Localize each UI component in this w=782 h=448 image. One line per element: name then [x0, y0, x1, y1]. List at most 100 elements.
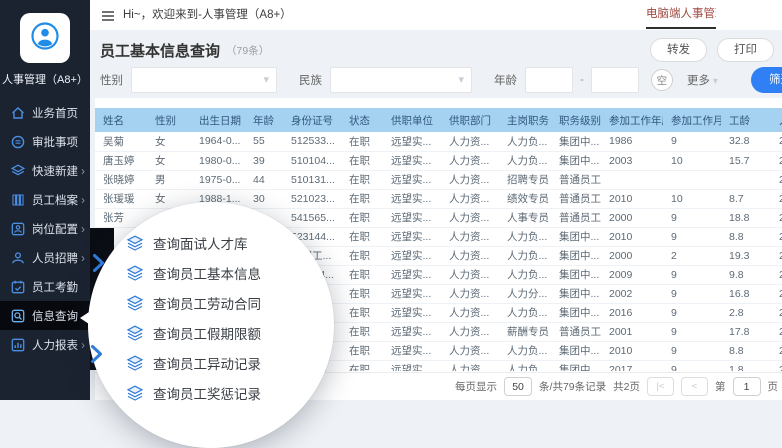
nation-select[interactable]: ▾ [330, 67, 472, 93]
table-cell: 招聘专员 [499, 170, 551, 189]
app-avatar-tile[interactable] [20, 13, 70, 63]
table-row[interactable]: 唐玉婷女1980-0...39510104...在职远望实...人力资...人力… [95, 151, 782, 170]
column-header[interactable]: 状态 [341, 108, 383, 132]
sidebar-item-home[interactable]: 业务首页 [0, 98, 90, 127]
submenu-item[interactable]: 查询员工异动记录 [126, 348, 261, 378]
table-cell: 2... [771, 151, 782, 170]
table-cell: 人力负... [499, 265, 551, 284]
table-cell: 人力负... [499, 360, 551, 371]
table-cell: 2... [771, 265, 782, 284]
age-max-input[interactable] [591, 67, 639, 93]
sidebar-item-cube[interactable]: 快速新建› [0, 156, 90, 185]
search-square-icon [10, 308, 26, 324]
sidebar-item-archive[interactable]: 员工档案› [0, 185, 90, 214]
table-cell: 510104... [283, 151, 341, 170]
table-cell: 普通员工 [551, 208, 601, 227]
column-header[interactable]: 供职单位 [383, 108, 441, 132]
column-header[interactable]: 主岗职务 [499, 108, 551, 132]
table-cell: 远望实... [383, 208, 441, 227]
calendar-icon [10, 279, 26, 295]
table-cell: 2016 [601, 303, 663, 322]
table-cell: 44 [245, 170, 283, 189]
prev-page-button[interactable]: < [681, 377, 708, 396]
table-cell: 人力资... [441, 132, 499, 151]
submenu-item-label: 查询员工基本信息 [153, 263, 261, 283]
table-cell: 远望实... [383, 170, 441, 189]
gender-select[interactable]: ▾ [131, 67, 277, 93]
table-cell: 9 [663, 284, 721, 303]
filter-submit-button[interactable]: 筛选 [751, 67, 782, 93]
sidebar-item-recruit[interactable]: 人员招聘› [0, 243, 90, 272]
table-cell: 2010 [601, 341, 663, 360]
submenu-item[interactable]: 查询员工假期限额 [126, 318, 261, 348]
table-cell: 女 [147, 132, 191, 151]
forward-button[interactable]: 转发 [650, 38, 707, 62]
table-cell: 人力资... [441, 284, 499, 303]
column-header[interactable]: 工龄 [721, 108, 771, 132]
sidebar-item-calendar[interactable]: 员工考勤 [0, 272, 90, 301]
sidebar-item-label: 员工档案 [32, 192, 78, 208]
table-cell: 2000 [601, 246, 663, 265]
table-cell: 在职 [341, 322, 383, 341]
table-cell: 2... [771, 208, 782, 227]
table-cell: 人力负... [499, 246, 551, 265]
table-row[interactable]: 张晓婷男1975-0...44510131...在职远望实...人力资...招聘… [95, 170, 782, 189]
table-cell: 1975-0... [191, 170, 245, 189]
table-cell [663, 170, 721, 189]
empty-filter-button[interactable]: 空 [651, 69, 673, 91]
table-cell [601, 170, 663, 189]
column-header[interactable]: 入职年度 [771, 108, 782, 132]
column-header[interactable]: 身份证号 [283, 108, 341, 132]
table-cell: 39 [245, 151, 283, 170]
table-cell: 9 [663, 208, 721, 227]
table-cell: 18.8 [721, 208, 771, 227]
table-cell: 集团中... [551, 227, 601, 246]
submenu-item-label: 查询员工奖惩记录 [153, 383, 261, 403]
column-header[interactable]: 供职部门 [441, 108, 499, 132]
submenu-item[interactable]: 查询面试人才库 [126, 228, 261, 258]
table-cell: 人力负... [499, 341, 551, 360]
column-header[interactable]: 性别 [147, 108, 191, 132]
age-min-input[interactable] [525, 67, 573, 93]
column-header[interactable]: 年龄 [245, 108, 283, 132]
table-cell: 人力资... [441, 170, 499, 189]
submenu-item[interactable]: 查询员工奖惩记录 [126, 378, 261, 408]
sidebar-item-post[interactable]: 岗位配置› [0, 214, 90, 243]
app-badge: 人事管理（A8+） [0, 0, 90, 87]
sidebar-item-label: 审批事项 [32, 134, 78, 150]
per-page-input[interactable]: 50 [504, 377, 532, 396]
table-row[interactable]: 吴菊女1964-0...55512533...在职远望实...人力资...人力负… [95, 132, 782, 151]
table-cell: 2... [771, 132, 782, 151]
submenu-item[interactable]: 查询员工劳动合同 [126, 288, 261, 318]
page-number-input[interactable]: 1 [733, 377, 761, 396]
table-cell: 2... [771, 341, 782, 360]
sidebar-item-label: 信息查询 [32, 308, 78, 324]
table-cell: 8.7 [721, 189, 771, 208]
hamburger-icon[interactable] [101, 9, 115, 27]
column-header[interactable]: 职务级别 [551, 108, 601, 132]
table-cell: 集团中... [551, 246, 601, 265]
table-cell: 2009 [601, 265, 663, 284]
chevron-right-icon [90, 344, 103, 364]
sidebar-item-search-square[interactable]: 信息查询 [0, 301, 90, 330]
sidebar-item-approval[interactable]: 审批事项 [0, 127, 90, 156]
query-submenu-list: 查询面试人才库查询员工基本信息查询员工劳动合同查询员工假期限额查询员工异动记录查… [126, 228, 261, 408]
table-cell: 在职 [341, 303, 383, 322]
more-filters-button[interactable]: 更多▾ [687, 72, 718, 88]
topbar: Hi~，欢迎来到-人事管理（A8+） 电脑端人事管理 [90, 0, 782, 30]
print-button[interactable]: 打印 [717, 38, 774, 62]
table-cell: 远望实... [383, 151, 441, 170]
chevron-down-icon: ▾ [458, 73, 464, 86]
column-header[interactable]: 参加工作年度 [601, 108, 663, 132]
sidebar-item-label: 人员招聘 [32, 250, 78, 266]
submenu-item[interactable]: 查询员工基本信息 [126, 258, 261, 288]
table-cell: 人力资... [441, 189, 499, 208]
column-header[interactable]: 姓名 [95, 108, 147, 132]
column-header[interactable]: 出生日期 [191, 108, 245, 132]
title-row: 员工基本信息查询 （79条） 转发 打印 [100, 37, 774, 63]
chart-icon [10, 337, 26, 353]
sidebar-item-chart[interactable]: 人力报表› [0, 330, 90, 359]
tab-pc-hr[interactable]: 电脑端人事管理 [646, 0, 716, 29]
column-header[interactable]: 参加工作月份 [663, 108, 721, 132]
first-page-button[interactable]: |< [647, 377, 674, 396]
